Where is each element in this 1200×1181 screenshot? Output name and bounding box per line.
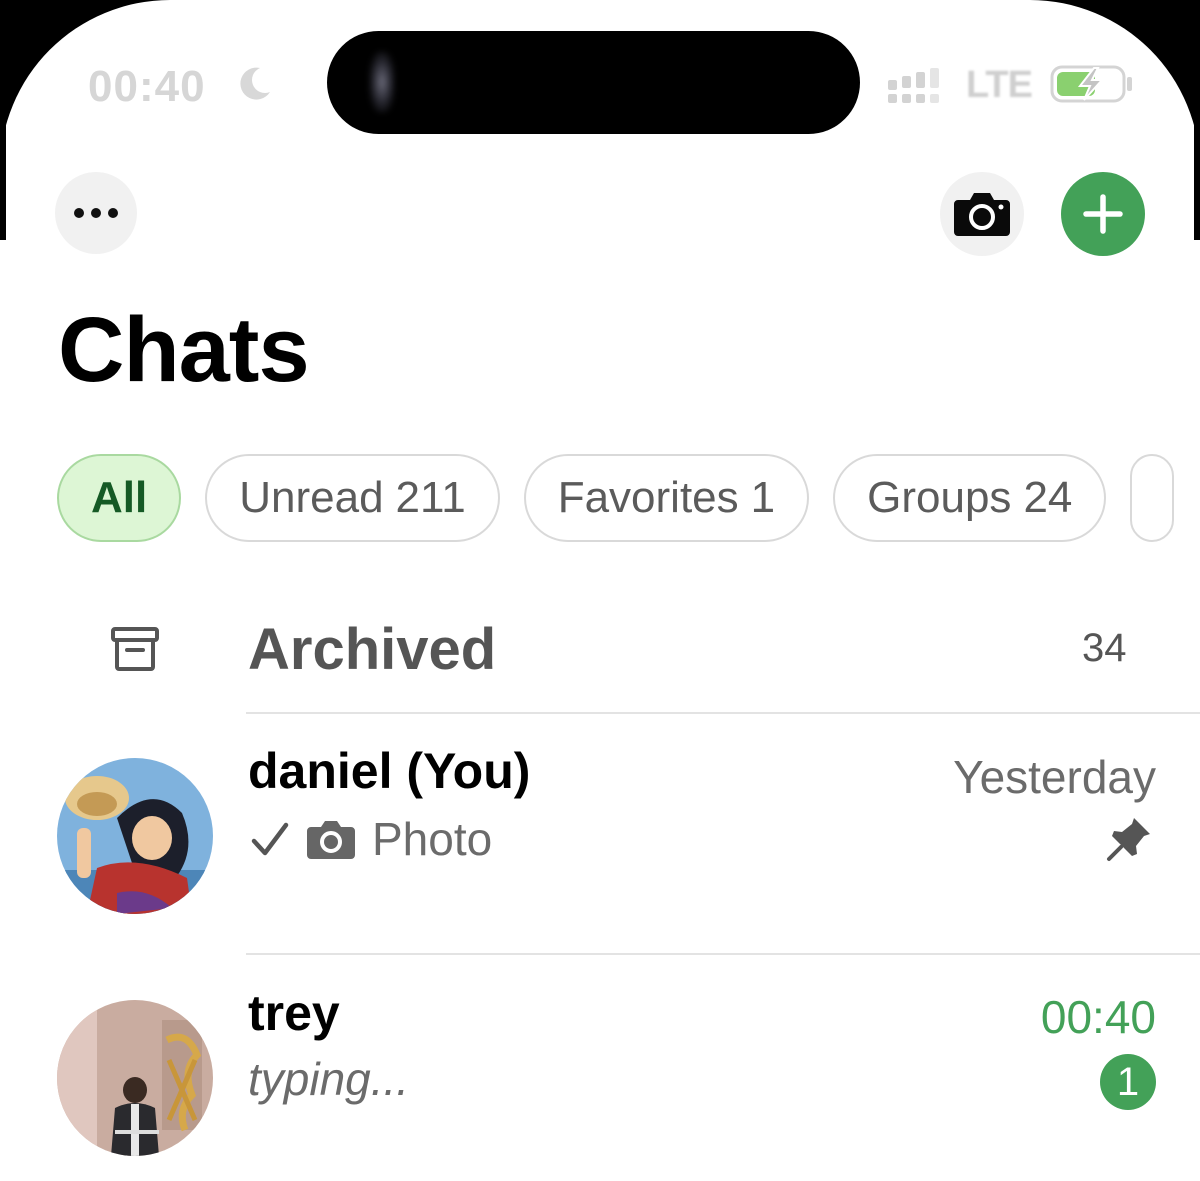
chat-preview: typing... [248,1052,409,1106]
filter-bar: All Unread 211 Favorites 1 Groups 24 [57,454,1175,542]
unread-badge: 1 [1100,1054,1156,1110]
camera-button[interactable] [940,172,1024,256]
chat-time: Yesterday [953,751,1156,803]
dynamic-island [327,31,860,134]
plus-icon [1083,194,1123,234]
front-camera [369,51,395,113]
filter-count: 1 [750,473,776,522]
bezel-left [0,0,6,240]
signal-icon [888,68,939,103]
new-chat-button[interactable] [1061,172,1145,256]
filter-chip-all[interactable]: All [57,454,182,542]
archived-count: 34 [1082,626,1127,670]
filter-chip-groups[interactable]: Groups 24 [833,454,1107,542]
typing-indicator: typing... [248,1053,410,1105]
avatar-image [57,758,213,914]
archived-label: Archived [248,617,497,682]
divider [246,953,1200,955]
chats-screen: 00:40 LTE Chats All Unread 211 Favorites… [0,0,1200,1181]
filter-chip-favorites[interactable]: Favorites 1 [523,454,810,542]
chat-name: trey [248,985,340,1041]
pin-icon [1107,818,1150,861]
battery-charging-icon [1050,65,1132,103]
ellipsis-icon [74,208,118,218]
bezel-right [1194,0,1200,240]
chat-time: 00:40 [1040,991,1156,1043]
filter-label: Favorites [557,473,739,522]
filter-label: Groups [867,473,1012,522]
camera-icon [954,193,1010,236]
filter-label: Unread [239,473,384,522]
network-label: LTE [966,64,1033,106]
avatar[interactable] [57,758,213,914]
divider [246,712,1200,714]
filter-count: 211 [395,473,466,522]
archive-box-icon [111,627,159,671]
filter-chip-more[interactable] [1130,454,1175,542]
filter-count: 24 [1023,473,1073,522]
status-time: 00:40 [88,62,206,111]
camera-icon [307,821,355,859]
checkmark-icon [251,822,289,856]
filter-label: All [91,473,148,522]
moon-icon [240,67,270,100]
page-title: Chats [58,299,310,401]
more-button[interactable] [55,172,137,254]
filter-chip-unread[interactable]: Unread 211 [205,454,500,542]
avatar-image [57,1000,213,1156]
preview-text: Photo [372,813,493,865]
chat-preview: Photo [248,812,492,866]
avatar[interactable] [57,1000,213,1156]
chat-name: daniel (You) [248,743,531,799]
